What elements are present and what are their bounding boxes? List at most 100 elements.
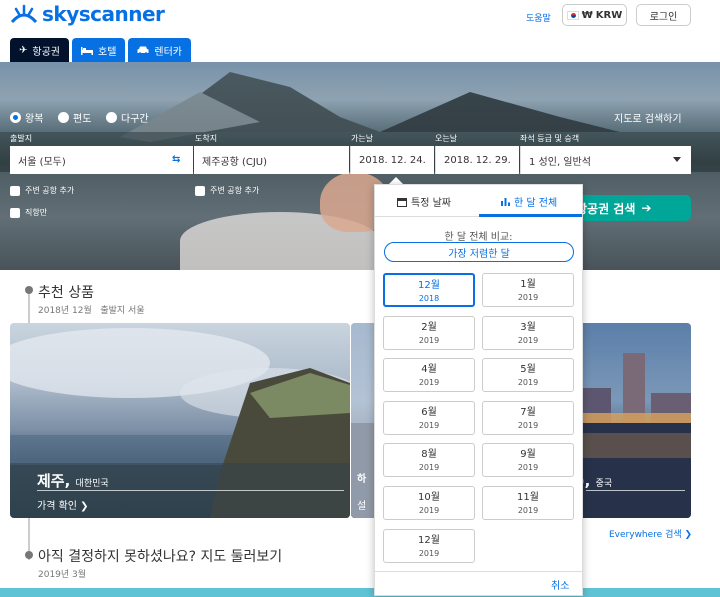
tab-label: 렌터카	[154, 46, 183, 58]
plane-icon: ✈	[19, 44, 28, 56]
car-icon	[137, 46, 149, 55]
map-preview-strip	[0, 588, 720, 597]
checkbox-box[interactable]	[10, 185, 20, 196]
class-value: 1 성인, 일반석	[529, 156, 591, 168]
logo-text: skyscanner	[42, 2, 165, 26]
date-picker-popup: 특정 날짜 한 달 전체 한 달 전체 비교: 가장 저렴한 달 12월 2018…	[374, 184, 583, 596]
tab-whole-label: 한 달 전체	[514, 198, 558, 209]
destination-card-jeju[interactable]: 제주, 대한민국 가격 확인 ❯	[10, 323, 350, 518]
month-2019-08[interactable]: 8월 2019	[383, 443, 475, 477]
depart-date-input[interactable]: 2018. 12. 24.	[350, 146, 434, 174]
from-label: 출발지	[10, 134, 33, 143]
cheapest-month-button[interactable]: 가장 저렴한 달	[384, 242, 574, 262]
month-2019-01[interactable]: 1월 2019	[482, 273, 574, 307]
undecided-title: 아직 결정하지 못하셨나요? 지도 둘러보기	[38, 549, 283, 565]
month-2019-04[interactable]: 4월 2019	[383, 358, 475, 392]
card-jeju-price-link[interactable]: 가격 확인 ❯	[37, 497, 89, 512]
nearby-from-label: 주변 공항 추가	[25, 186, 75, 195]
month-2019-02[interactable]: 2월 2019	[383, 316, 475, 350]
tab-label: 항공권	[32, 46, 60, 58]
direct-only-label: 직항만	[25, 208, 48, 217]
tab-whole-month[interactable]: 한 달 전체	[501, 194, 557, 209]
currency-label: KRW	[595, 9, 623, 21]
popup-footer-divider	[375, 571, 582, 572]
multi-city-label: 다구간	[121, 114, 149, 125]
direct-only-checkbox[interactable]: 직항만	[10, 207, 47, 218]
nearby-to-label: 주변 공항 추가	[210, 186, 260, 195]
cabin-class-select[interactable]: 1 성인, 일반석	[520, 146, 691, 174]
login-button[interactable]: 로그인	[636, 4, 691, 26]
multi-city-option[interactable]: 다구간	[106, 110, 149, 125]
radio-multi-city[interactable]	[106, 112, 117, 123]
card-china-partial: 하	[357, 474, 367, 485]
calendar-icon	[397, 197, 407, 207]
product-tabs: ✈ 항공권 호텔 렌터카	[10, 38, 192, 62]
to-value: 제주공항 (CJU)	[202, 156, 268, 168]
card-jeju-title: 제주, 대한민국	[37, 472, 109, 490]
month-2019-05[interactable]: 5월 2019	[482, 358, 574, 392]
timeline-dot	[25, 551, 33, 559]
skyscanner-logo[interactable]: skyscanner	[10, 2, 165, 26]
top-header: skyscanner 도움말 ₩ KRW 로그인	[0, 0, 720, 34]
month-2019-10[interactable]: 10월 2019	[383, 486, 475, 520]
map-search-link[interactable]: 지도로 검색하기	[614, 110, 682, 125]
bed-icon	[81, 46, 93, 55]
month-2019-12[interactable]: 12월 2019	[383, 529, 475, 563]
radio-round-trip[interactable]	[10, 112, 21, 123]
everywhere-search-link[interactable]: Everywhere 검색 ❯	[609, 527, 692, 540]
compare-label: 한 달 전체 비교:	[444, 232, 513, 243]
currency-button[interactable]: ₩ KRW	[562, 4, 627, 26]
search-button-label: 항공권 검색	[576, 201, 636, 216]
radio-one-way[interactable]	[58, 112, 69, 123]
tab-car-rental[interactable]: 렌터카	[128, 38, 192, 62]
return-label: 오는날	[435, 134, 458, 143]
undecided-subtitle: 2019년 3월	[38, 570, 87, 580]
tab-flights[interactable]: ✈ 항공권	[10, 38, 69, 62]
class-label: 좌석 등급 및 승객	[520, 134, 580, 143]
to-label: 도착지	[195, 134, 218, 143]
one-way-label: 편도	[73, 114, 92, 125]
hero-search-area: 왕복 편도 다구간 지도로 검색하기 출발지 도착지 가는날 오는날 좌석 등급…	[0, 62, 720, 270]
tab-hotels[interactable]: 호텔	[72, 38, 126, 62]
timeline-dot	[25, 286, 33, 294]
month-2018-12[interactable]: 12월 2018	[383, 273, 475, 307]
to-input[interactable]: 제주공항 (CJU)	[194, 146, 349, 174]
tab-label: 호텔	[98, 46, 117, 58]
bar-chart-icon	[501, 198, 510, 206]
from-value: 서울 (모두)	[18, 156, 66, 168]
cancel-button[interactable]: 취소	[551, 577, 569, 592]
tab-specific-date[interactable]: 특정 날짜	[397, 194, 451, 209]
nearby-to-checkbox[interactable]: 주변 공항 추가	[195, 185, 259, 196]
sunrise-logo-icon	[10, 4, 38, 24]
depart-label: 가는날	[351, 134, 374, 143]
from-input[interactable]: 서울 (모두)	[10, 146, 193, 174]
return-value: 2018. 12. 29.	[444, 154, 511, 166]
date-picker-tabs: 특정 날짜 한 달 전체	[375, 185, 582, 217]
month-2019-11[interactable]: 11월 2019	[482, 486, 574, 520]
recommend-subtitle: 2018년 12월 출발지 서울	[38, 306, 145, 316]
card-divider	[586, 490, 685, 491]
help-link[interactable]: 도움말	[526, 11, 551, 24]
return-date-input[interactable]: 2018. 12. 29.	[435, 146, 519, 174]
arrow-right-icon: ➔	[641, 201, 652, 215]
chevron-down-icon	[673, 157, 681, 162]
active-tab-underline	[479, 214, 582, 217]
swap-icon[interactable]: ⇆	[172, 154, 180, 165]
one-way-option[interactable]: 편도	[58, 110, 91, 125]
nearby-from-checkbox[interactable]: 주변 공항 추가	[10, 185, 74, 196]
korea-flag-icon	[566, 10, 579, 20]
card-divider	[37, 490, 344, 491]
recommend-title: 추천 상품	[38, 285, 94, 301]
tab-specific-label: 특정 날짜	[411, 198, 451, 209]
flight-search-button[interactable]: 항공권 검색 ➔	[570, 195, 691, 221]
month-2019-03[interactable]: 3월 2019	[482, 316, 574, 350]
month-2019-06[interactable]: 6월 2019	[383, 401, 475, 435]
card-china-link[interactable]: 설	[357, 497, 366, 512]
month-2019-07[interactable]: 7월 2019	[482, 401, 574, 435]
checkbox-box[interactable]	[195, 185, 205, 196]
won-icon: ₩	[581, 9, 593, 21]
round-trip-option[interactable]: 왕복	[10, 110, 43, 125]
depart-value: 2018. 12. 24.	[359, 154, 426, 166]
month-2019-09[interactable]: 9월 2019	[482, 443, 574, 477]
checkbox-box[interactable]	[10, 207, 20, 218]
